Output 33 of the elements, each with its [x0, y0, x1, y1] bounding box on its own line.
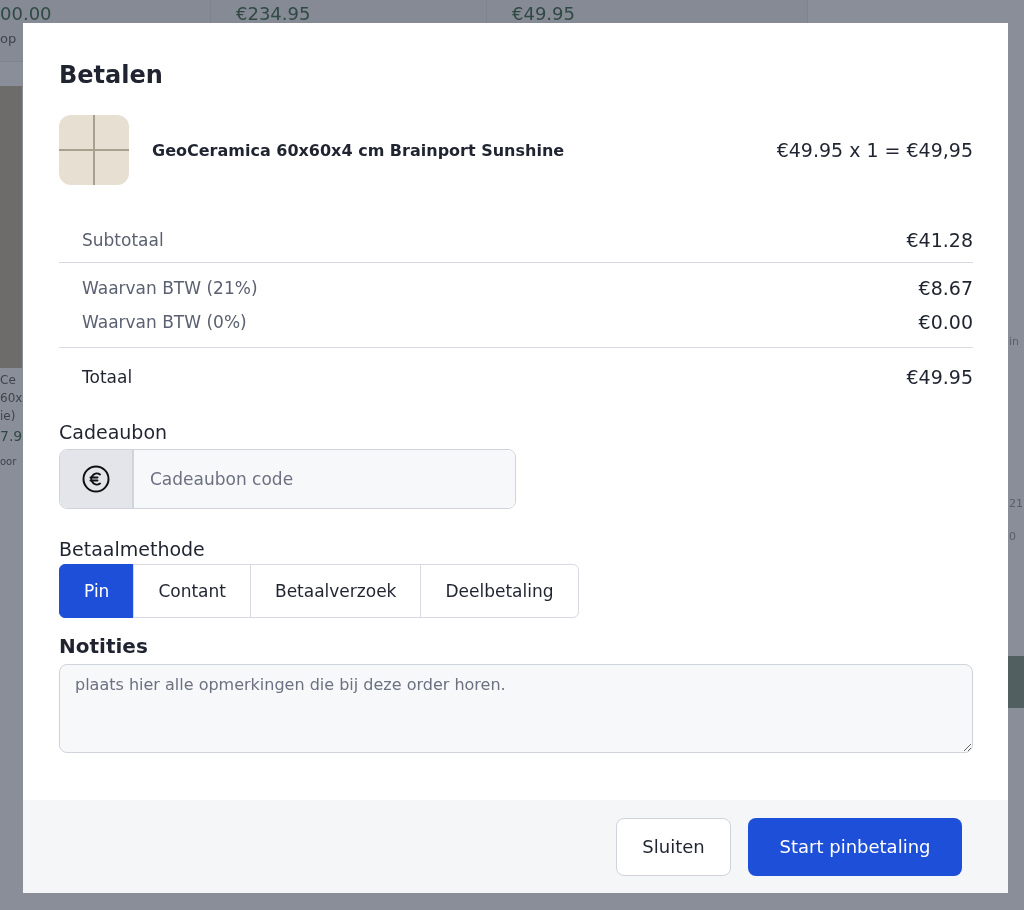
product-text: 7.9	[0, 428, 23, 444]
product-text: op	[0, 31, 17, 46]
payment-method-option[interactable]: Betaalverzoek	[249, 564, 422, 618]
payment-method-option[interactable]: Pin	[59, 564, 135, 618]
summary-value: €8.67	[918, 277, 973, 299]
payment-method-option[interactable]: Deelbetaling	[420, 564, 579, 618]
price-text: €49.95	[512, 3, 575, 24]
gift-card-field[interactable]: Cadeaubon code	[59, 449, 516, 509]
notes-label: Notities	[59, 634, 149, 658]
summary-label: Totaal	[82, 366, 133, 387]
summary-label: Waarvan BTW (21%)	[82, 278, 258, 298]
euro-icon	[81, 464, 111, 494]
product-thumbnail	[59, 115, 129, 185]
product-text: Ce	[0, 373, 16, 387]
summary-label: Waarvan BTW (0%)	[82, 312, 247, 332]
product-text: oor	[0, 456, 17, 467]
summary-value: €0.00	[918, 311, 973, 333]
product-text: 60x	[0, 391, 23, 405]
price-text: 00.00	[0, 3, 52, 24]
summary-value: €41.28	[906, 229, 973, 251]
notes-field[interactable]: plaats hier alle opmerkingen die bij deze order horen.	[59, 664, 973, 753]
gift-card-label: Cadeaubon	[59, 421, 169, 443]
summary-value: €49.95	[906, 365, 973, 388]
price-text: €234.95	[236, 3, 311, 24]
product-name: GeoCeramica 60x60x4 cm Brainport Sunshine	[152, 140, 566, 160]
summary-label: Subtotaal	[82, 230, 164, 250]
close-button[interactable]: Sluiten	[616, 817, 731, 876]
payment-method-option[interactable]: Contant	[133, 564, 251, 618]
payment-method-label: Betaalmethode	[59, 538, 206, 560]
product-text: ie)	[0, 409, 16, 423]
dialog-title: Betalen	[59, 61, 164, 89]
product-price: €49.95 x 1 = €49,95	[776, 139, 973, 161]
start-payment-button[interactable]: Start pinbetaling	[748, 817, 962, 876]
